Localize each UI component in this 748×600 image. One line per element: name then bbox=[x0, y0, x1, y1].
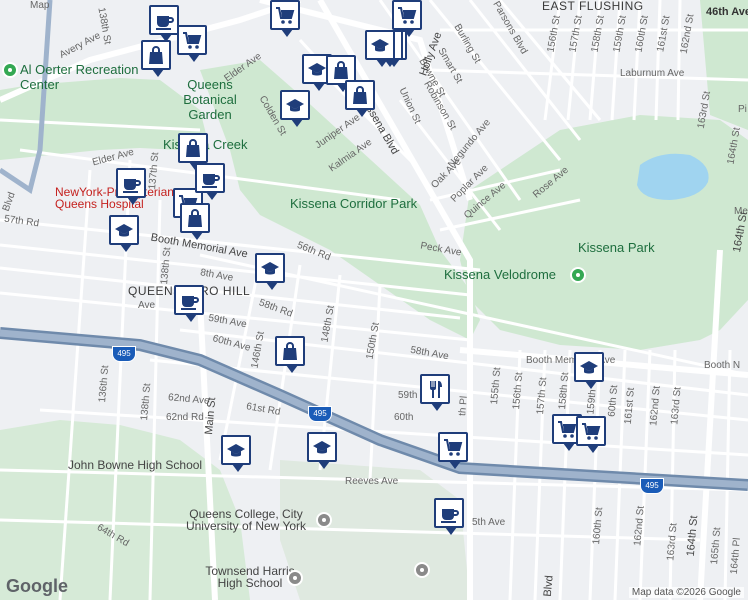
restaurant-icon bbox=[430, 381, 442, 398]
map-pin-school-icon[interactable] bbox=[109, 215, 139, 252]
place-marker-queens-college[interactable] bbox=[316, 512, 332, 528]
road-62nd-rd: 62nd Rd bbox=[166, 412, 204, 423]
map-pin-shopping-cart-icon[interactable] bbox=[392, 0, 422, 37]
map-pin-restaurant-icon[interactable] bbox=[420, 374, 450, 411]
map-pin-cafe-icon[interactable] bbox=[195, 163, 225, 200]
map-pin-cafe-icon[interactable] bbox=[149, 5, 179, 42]
place-marker-school-bottom[interactable] bbox=[414, 562, 430, 578]
map-pin-shopping-cart-icon[interactable] bbox=[576, 416, 606, 453]
map-pin-school-icon[interactable] bbox=[280, 90, 310, 127]
road-46th-ave: 46th Ave bbox=[706, 6, 748, 18]
cafe-icon bbox=[156, 16, 174, 30]
school-icon bbox=[371, 39, 389, 52]
school-icon bbox=[308, 63, 326, 76]
road-reeves-ave: Reeves Ave bbox=[345, 476, 399, 487]
highway-shield-495-w: 495 bbox=[112, 346, 136, 362]
map-pin-shopping-cart-icon[interactable] bbox=[177, 25, 207, 62]
map-pin-school-icon[interactable] bbox=[574, 352, 604, 389]
place-marker-townsend-harris[interactable] bbox=[287, 570, 303, 586]
shopping-bag-icon bbox=[149, 46, 163, 64]
school-icon bbox=[286, 99, 304, 112]
road-th-pl: th Pl bbox=[457, 395, 470, 417]
road-5th-ave: 5th Ave bbox=[472, 517, 506, 528]
map-pin-shopping-bag-icon[interactable] bbox=[178, 133, 208, 170]
road-laburnum-ave: Laburnum Ave bbox=[620, 68, 685, 79]
highway-shield-495-e: 495 bbox=[640, 478, 664, 494]
shopping-cart-icon bbox=[444, 439, 463, 456]
map-pin-cafe-icon[interactable] bbox=[434, 498, 464, 535]
cafe-icon bbox=[202, 174, 220, 188]
label-john-bowne: John Bowne High School bbox=[68, 458, 203, 472]
road-booth-n: Booth N bbox=[704, 360, 741, 371]
shopping-bag-icon bbox=[283, 342, 297, 360]
road-159th: 159th bbox=[585, 389, 599, 415]
highway-shield-495-c: 495 bbox=[308, 406, 332, 422]
road-59th: 59th bbox=[398, 390, 418, 401]
map-pin-school-icon[interactable] bbox=[365, 30, 395, 67]
road-map: Map bbox=[30, 0, 50, 11]
map-pin-school-icon[interactable] bbox=[221, 435, 251, 472]
shopping-cart-icon bbox=[183, 32, 202, 49]
map-pin-cafe-icon[interactable] bbox=[174, 285, 204, 322]
school-icon bbox=[580, 361, 598, 374]
shopping-cart-icon bbox=[276, 7, 295, 24]
label-kissena-corridor-park: Kissena Corridor Park bbox=[290, 196, 418, 211]
shopping-bag-icon bbox=[186, 139, 200, 157]
road-60th: 60th bbox=[394, 412, 414, 423]
cafe-icon bbox=[123, 179, 141, 193]
shopping-bag-icon bbox=[334, 61, 348, 79]
shopping-cart-icon bbox=[558, 421, 577, 438]
google-logo: Google bbox=[6, 576, 68, 596]
road-ave-w: Ave bbox=[138, 300, 156, 311]
map-pin-shopping-cart-icon[interactable] bbox=[270, 0, 300, 37]
label-kissena-park: Kissena Park bbox=[578, 240, 655, 255]
place-marker-al-oerter[interactable] bbox=[2, 62, 18, 78]
shopping-bag-icon bbox=[188, 209, 202, 227]
map-pin-shopping-bag-icon[interactable] bbox=[141, 40, 171, 77]
school-icon bbox=[313, 441, 331, 454]
label-queens-botanical-garden: Queens Botanical Garden bbox=[183, 77, 237, 122]
map-attribution: Map data ©2026 Google bbox=[628, 587, 744, 598]
shopping-cart-icon bbox=[582, 423, 601, 440]
map-pin-shopping-bag-icon[interactable] bbox=[345, 80, 375, 117]
map-pin-school-icon[interactable] bbox=[255, 253, 285, 290]
shopping-bag-icon bbox=[353, 86, 367, 104]
map-pin-shopping-bag-icon[interactable] bbox=[275, 336, 305, 373]
map-pin-school-icon[interactable] bbox=[307, 432, 337, 469]
road-blvd-bottom: Blvd bbox=[541, 574, 556, 598]
map-pin-cafe-icon[interactable] bbox=[116, 168, 146, 205]
label-kissena-velodrome: Kissena Velodrome bbox=[444, 267, 557, 282]
label-al-oerter: Al Oerter Recreation Center bbox=[20, 62, 139, 92]
cafe-icon bbox=[441, 509, 459, 523]
shopping-cart-icon bbox=[398, 7, 417, 24]
place-marker-velodrome[interactable] bbox=[570, 267, 586, 283]
map-pin-shopping-bag-icon[interactable] bbox=[180, 203, 210, 240]
cafe-icon bbox=[181, 296, 199, 310]
label-queens-college: Queens College, City University of New Y… bbox=[185, 507, 307, 533]
label-east-flushing: EAST FLUSHING bbox=[542, 0, 644, 13]
label-townsend-harris: Townsend Harris High School bbox=[205, 564, 295, 590]
map-pin-shopping-cart-icon[interactable] bbox=[438, 432, 468, 469]
school-icon bbox=[227, 444, 245, 457]
school-icon bbox=[261, 262, 279, 275]
road-pi: Pi bbox=[738, 104, 747, 115]
school-icon bbox=[115, 224, 133, 237]
